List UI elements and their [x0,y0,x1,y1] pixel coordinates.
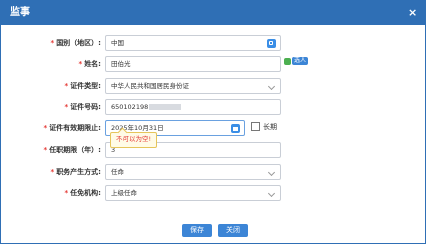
row-name: * 姓名: 田伯光 选人 [1,56,425,74]
supervisor-dialog: 监事 × * 国别（地区）: 中国 * 姓名: 田伯光 选人 * 证件类型: 中华人民… [0,0,426,244]
row-id-number: * 证件号码: 650102198 [1,99,425,117]
id-type-label: * 证件类型: [64,82,101,90]
person-icon [284,57,291,65]
dialog-titlebar: 监事 × [1,1,425,25]
tenure-label: * 任职期限（年）: [43,146,101,154]
id-type-select[interactable]: 中华人民共和国居民身份证 [105,78,281,94]
country-field[interactable]: 中国 [105,35,281,51]
row-id-type: * 证件类型: 中华人民共和国居民身份证 [1,78,425,96]
id-number-label: * 证件号码: [64,103,101,111]
name-field[interactable]: 田伯光 [105,56,281,72]
name-label: * 姓名: [78,60,101,68]
row-country: * 国别（地区）: 中国 [1,35,425,53]
row-id-validity: * 证件有效期限止: 2025年10月31日 长期 [1,120,425,138]
close-button[interactable]: 关闭 [218,224,248,237]
select-person-button[interactable]: 选人 [284,57,309,65]
save-button[interactable]: 保存 [182,224,212,237]
id-number-field[interactable]: 650102198 [105,99,281,115]
id-validity-label: * 证件有效期限止: [43,124,101,132]
id-number-value: 650102198 [111,102,182,113]
row-appointment-method: * 职务产生方式: 任命 [1,164,425,182]
row-tenure: * 任职期限（年）: 3 [1,142,425,160]
country-picker-icon[interactable] [267,39,276,48]
appointment-method-label: * 职务产生方式: [50,168,101,176]
appointment-method-value: 任命 [111,168,124,176]
country-value: 中国 [111,39,124,47]
validation-tooltip: 不可以为空! [110,132,158,148]
country-label: * 国别（地区）: [50,39,101,47]
row-appointing-body: * 任免机构: 上级任命 [1,185,425,203]
appointing-body-select[interactable]: 上级任命 [105,185,281,201]
appointing-body-value: 上级任命 [111,189,137,197]
chevron-down-icon [267,168,276,177]
dialog-title: 监事 [10,7,30,18]
appointing-body-label: * 任免机构: [64,189,101,197]
id-type-value: 中华人民共和国居民身份证 [111,82,189,90]
long-term-checkbox[interactable] [251,122,260,131]
appointment-method-select[interactable]: 任命 [105,164,281,180]
chevron-down-icon [267,82,276,91]
long-term-label: 长期 [263,123,277,131]
close-icon[interactable]: × [408,6,417,19]
masked-digits [149,104,182,110]
calendar-icon[interactable] [231,124,240,133]
chevron-down-icon [267,189,276,198]
name-value: 田伯光 [111,60,131,68]
